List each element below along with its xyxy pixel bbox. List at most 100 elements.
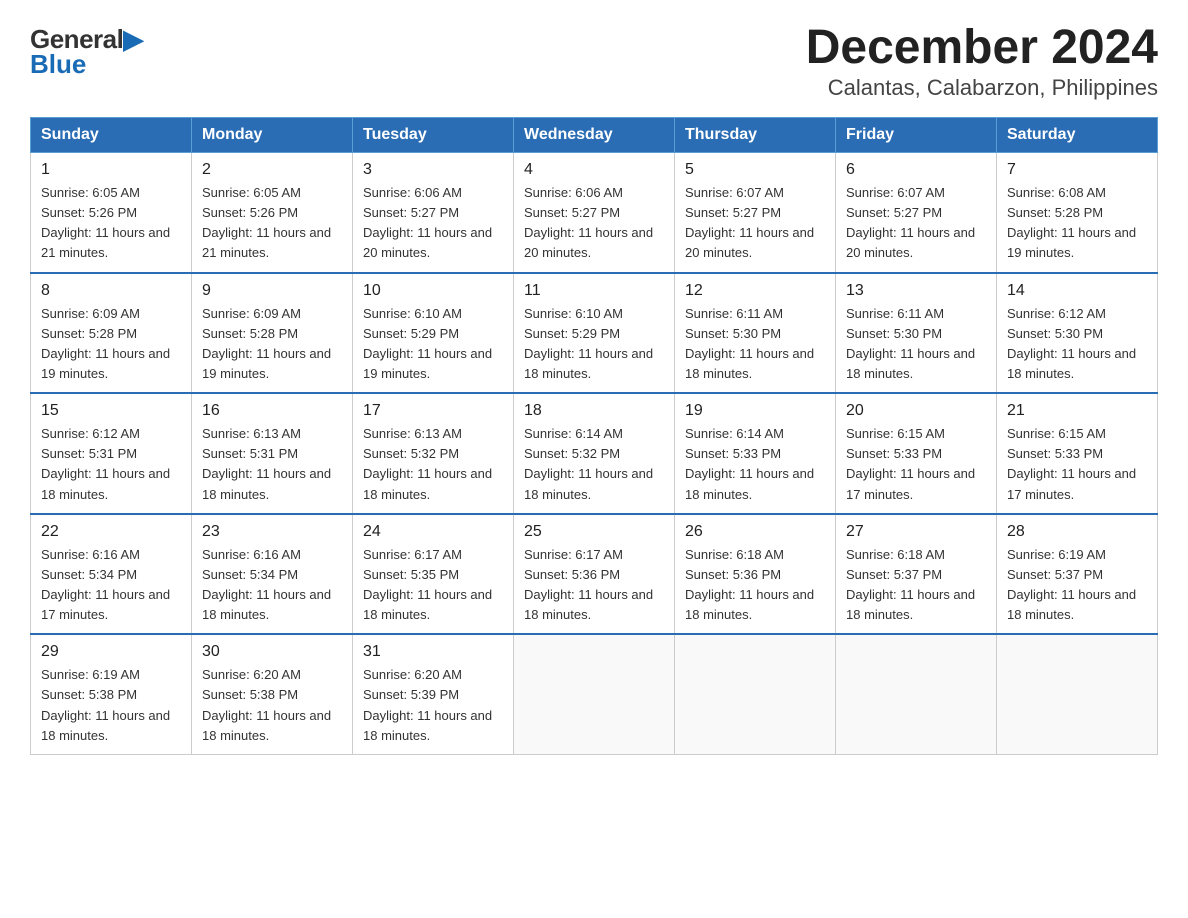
day-info: Sunrise: 6:18 AMSunset: 5:36 PMDaylight:… bbox=[685, 547, 814, 622]
day-number: 20 bbox=[846, 402, 986, 420]
day-info: Sunrise: 6:13 AMSunset: 5:32 PMDaylight:… bbox=[363, 426, 492, 501]
day-cell: 1 Sunrise: 6:05 AMSunset: 5:26 PMDayligh… bbox=[31, 153, 192, 273]
day-info: Sunrise: 6:05 AMSunset: 5:26 PMDaylight:… bbox=[202, 185, 331, 260]
day-info: Sunrise: 6:14 AMSunset: 5:32 PMDaylight:… bbox=[524, 426, 653, 501]
day-info: Sunrise: 6:11 AMSunset: 5:30 PMDaylight:… bbox=[685, 306, 814, 381]
day-number: 7 bbox=[1007, 161, 1147, 179]
day-number: 1 bbox=[41, 161, 181, 179]
day-info: Sunrise: 6:15 AMSunset: 5:33 PMDaylight:… bbox=[1007, 426, 1136, 501]
day-cell: 19 Sunrise: 6:14 AMSunset: 5:33 PMDaylig… bbox=[675, 393, 836, 514]
header-saturday: Saturday bbox=[997, 118, 1158, 153]
day-number: 10 bbox=[363, 282, 503, 300]
day-info: Sunrise: 6:09 AMSunset: 5:28 PMDaylight:… bbox=[41, 306, 170, 381]
day-number: 4 bbox=[524, 161, 664, 179]
day-cell: 25 Sunrise: 6:17 AMSunset: 5:36 PMDaylig… bbox=[514, 514, 675, 635]
day-cell: 21 Sunrise: 6:15 AMSunset: 5:33 PMDaylig… bbox=[997, 393, 1158, 514]
day-number: 19 bbox=[685, 402, 825, 420]
day-info: Sunrise: 6:17 AMSunset: 5:36 PMDaylight:… bbox=[524, 547, 653, 622]
week-row-5: 29 Sunrise: 6:19 AMSunset: 5:38 PMDaylig… bbox=[31, 634, 1158, 754]
day-number: 2 bbox=[202, 161, 342, 179]
day-info: Sunrise: 6:16 AMSunset: 5:34 PMDaylight:… bbox=[41, 547, 170, 622]
day-info: Sunrise: 6:16 AMSunset: 5:34 PMDaylight:… bbox=[202, 547, 331, 622]
week-row-3: 15 Sunrise: 6:12 AMSunset: 5:31 PMDaylig… bbox=[31, 393, 1158, 514]
day-cell bbox=[836, 634, 997, 754]
day-cell: 8 Sunrise: 6:09 AMSunset: 5:28 PMDayligh… bbox=[31, 273, 192, 394]
day-cell: 28 Sunrise: 6:19 AMSunset: 5:37 PMDaylig… bbox=[997, 514, 1158, 635]
day-number: 12 bbox=[685, 282, 825, 300]
day-cell bbox=[997, 634, 1158, 754]
day-info: Sunrise: 6:07 AMSunset: 5:27 PMDaylight:… bbox=[685, 185, 814, 260]
day-cell: 6 Sunrise: 6:07 AMSunset: 5:27 PMDayligh… bbox=[836, 153, 997, 273]
day-cell: 2 Sunrise: 6:05 AMSunset: 5:26 PMDayligh… bbox=[192, 153, 353, 273]
header-thursday: Thursday bbox=[675, 118, 836, 153]
day-cell bbox=[675, 634, 836, 754]
day-cell: 23 Sunrise: 6:16 AMSunset: 5:34 PMDaylig… bbox=[192, 514, 353, 635]
day-info: Sunrise: 6:20 AMSunset: 5:38 PMDaylight:… bbox=[202, 667, 331, 742]
day-cell bbox=[514, 634, 675, 754]
week-row-4: 22 Sunrise: 6:16 AMSunset: 5:34 PMDaylig… bbox=[31, 514, 1158, 635]
day-number: 28 bbox=[1007, 523, 1147, 541]
day-info: Sunrise: 6:19 AMSunset: 5:38 PMDaylight:… bbox=[41, 667, 170, 742]
day-number: 27 bbox=[846, 523, 986, 541]
day-cell: 17 Sunrise: 6:13 AMSunset: 5:32 PMDaylig… bbox=[353, 393, 514, 514]
day-number: 16 bbox=[202, 402, 342, 420]
day-number: 15 bbox=[41, 402, 181, 420]
day-number: 26 bbox=[685, 523, 825, 541]
day-number: 23 bbox=[202, 523, 342, 541]
header-row: SundayMondayTuesdayWednesdayThursdayFrid… bbox=[31, 118, 1158, 153]
day-number: 14 bbox=[1007, 282, 1147, 300]
day-number: 9 bbox=[202, 282, 342, 300]
day-number: 22 bbox=[41, 523, 181, 541]
day-info: Sunrise: 6:17 AMSunset: 5:35 PMDaylight:… bbox=[363, 547, 492, 622]
header-wednesday: Wednesday bbox=[514, 118, 675, 153]
day-info: Sunrise: 6:09 AMSunset: 5:28 PMDaylight:… bbox=[202, 306, 331, 381]
header-tuesday: Tuesday bbox=[353, 118, 514, 153]
title-block: December 2024 Calantas, Calabarzon, Phil… bbox=[806, 20, 1158, 101]
day-info: Sunrise: 6:13 AMSunset: 5:31 PMDaylight:… bbox=[202, 426, 331, 501]
day-cell: 18 Sunrise: 6:14 AMSunset: 5:32 PMDaylig… bbox=[514, 393, 675, 514]
day-cell: 13 Sunrise: 6:11 AMSunset: 5:30 PMDaylig… bbox=[836, 273, 997, 394]
day-cell: 27 Sunrise: 6:18 AMSunset: 5:37 PMDaylig… bbox=[836, 514, 997, 635]
day-info: Sunrise: 6:08 AMSunset: 5:28 PMDaylight:… bbox=[1007, 185, 1136, 260]
day-cell: 9 Sunrise: 6:09 AMSunset: 5:28 PMDayligh… bbox=[192, 273, 353, 394]
day-info: Sunrise: 6:06 AMSunset: 5:27 PMDaylight:… bbox=[524, 185, 653, 260]
day-cell: 5 Sunrise: 6:07 AMSunset: 5:27 PMDayligh… bbox=[675, 153, 836, 273]
day-info: Sunrise: 6:10 AMSunset: 5:29 PMDaylight:… bbox=[363, 306, 492, 381]
page-header: General▶ Blue December 2024 Calantas, Ca… bbox=[30, 20, 1158, 101]
day-number: 18 bbox=[524, 402, 664, 420]
day-number: 8 bbox=[41, 282, 181, 300]
day-info: Sunrise: 6:12 AMSunset: 5:31 PMDaylight:… bbox=[41, 426, 170, 501]
day-cell: 26 Sunrise: 6:18 AMSunset: 5:36 PMDaylig… bbox=[675, 514, 836, 635]
day-number: 13 bbox=[846, 282, 986, 300]
day-info: Sunrise: 6:05 AMSunset: 5:26 PMDaylight:… bbox=[41, 185, 170, 260]
header-friday: Friday bbox=[836, 118, 997, 153]
day-info: Sunrise: 6:19 AMSunset: 5:37 PMDaylight:… bbox=[1007, 547, 1136, 622]
day-cell: 12 Sunrise: 6:11 AMSunset: 5:30 PMDaylig… bbox=[675, 273, 836, 394]
day-cell: 10 Sunrise: 6:10 AMSunset: 5:29 PMDaylig… bbox=[353, 273, 514, 394]
day-number: 24 bbox=[363, 523, 503, 541]
day-cell: 20 Sunrise: 6:15 AMSunset: 5:33 PMDaylig… bbox=[836, 393, 997, 514]
day-cell: 7 Sunrise: 6:08 AMSunset: 5:28 PMDayligh… bbox=[997, 153, 1158, 273]
header-sunday: Sunday bbox=[31, 118, 192, 153]
week-row-2: 8 Sunrise: 6:09 AMSunset: 5:28 PMDayligh… bbox=[31, 273, 1158, 394]
day-info: Sunrise: 6:07 AMSunset: 5:27 PMDaylight:… bbox=[846, 185, 975, 260]
day-cell: 22 Sunrise: 6:16 AMSunset: 5:34 PMDaylig… bbox=[31, 514, 192, 635]
day-info: Sunrise: 6:10 AMSunset: 5:29 PMDaylight:… bbox=[524, 306, 653, 381]
day-number: 25 bbox=[524, 523, 664, 541]
logo: General▶ Blue bbox=[30, 20, 143, 80]
day-number: 17 bbox=[363, 402, 503, 420]
header-monday: Monday bbox=[192, 118, 353, 153]
day-number: 3 bbox=[363, 161, 503, 179]
day-cell: 3 Sunrise: 6:06 AMSunset: 5:27 PMDayligh… bbox=[353, 153, 514, 273]
calendar-title: December 2024 bbox=[806, 20, 1158, 75]
day-cell: 14 Sunrise: 6:12 AMSunset: 5:30 PMDaylig… bbox=[997, 273, 1158, 394]
day-info: Sunrise: 6:14 AMSunset: 5:33 PMDaylight:… bbox=[685, 426, 814, 501]
day-info: Sunrise: 6:15 AMSunset: 5:33 PMDaylight:… bbox=[846, 426, 975, 501]
day-cell: 11 Sunrise: 6:10 AMSunset: 5:29 PMDaylig… bbox=[514, 273, 675, 394]
day-cell: 31 Sunrise: 6:20 AMSunset: 5:39 PMDaylig… bbox=[353, 634, 514, 754]
day-number: 29 bbox=[41, 643, 181, 661]
calendar-subtitle: Calantas, Calabarzon, Philippines bbox=[806, 75, 1158, 101]
day-info: Sunrise: 6:06 AMSunset: 5:27 PMDaylight:… bbox=[363, 185, 492, 260]
day-cell: 24 Sunrise: 6:17 AMSunset: 5:35 PMDaylig… bbox=[353, 514, 514, 635]
day-info: Sunrise: 6:20 AMSunset: 5:39 PMDaylight:… bbox=[363, 667, 492, 742]
